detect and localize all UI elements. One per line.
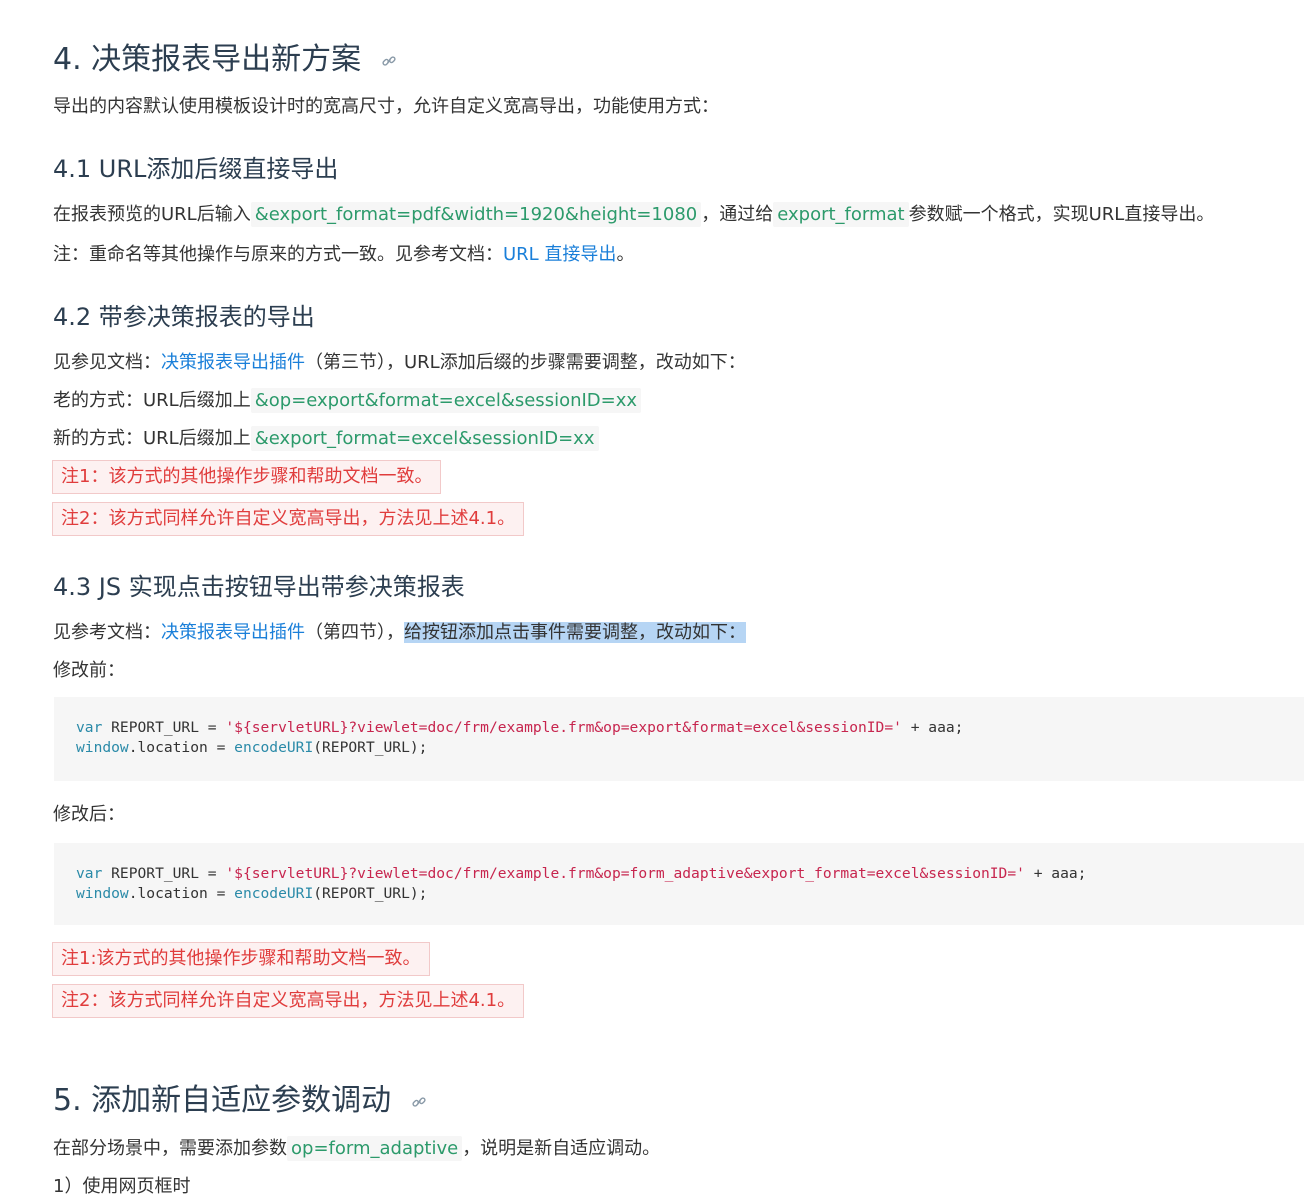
export-plugin-link[interactable]: 决策报表导出插件	[161, 352, 305, 373]
url-export-link[interactable]: URL 直接导出	[503, 244, 616, 265]
note-4-2-2: 注2：该方式同样允许自定义宽高导出，方法见上述4.1。	[52, 502, 525, 536]
code-text: .location =	[128, 885, 235, 902]
code-line-2: window.location = encodeURI(REPORT_URL);	[76, 884, 427, 904]
section-4-2-paragraph-1: 见参见文档：决策报表导出插件（第三节），URL添加后缀的步骤需要调整，改动如下：	[53, 348, 746, 374]
section-5-heading: 5. 添加新自适应参数调动	[53, 1075, 427, 1119]
text: 在报表预览的URL后输入	[53, 204, 251, 225]
after-label: 修改后：	[53, 804, 125, 825]
link-chain-icon[interactable]	[381, 53, 397, 69]
code-keyword: window	[76, 739, 129, 756]
code-keyword: window	[76, 885, 129, 902]
inline-code: export_format	[773, 202, 909, 227]
code-block-before: var REPORT_URL = '${servletURL}?viewlet=…	[54, 697, 1304, 781]
section-4-1-paragraph-2: 注：重命名等其他操作与原来的方式一致。见参考文档：URL 直接导出。	[53, 240, 634, 266]
code-text: + aaa;	[1024, 865, 1087, 882]
code-keyword: var	[76, 865, 103, 882]
code-string: '${servletURL}?viewlet=doc/frm/example.f…	[225, 865, 1025, 882]
old-method-line: 老的方式：URL后缀加上 &op=export&format=excel&sess…	[53, 386, 642, 413]
section-4-1-paragraph-1: 在报表预览的URL后输入 &export_format=pdf&width=192…	[53, 200, 1215, 227]
section-4-title: 4. 决策报表导出新方案	[53, 42, 362, 77]
text: 。	[616, 244, 635, 265]
inline-code: &export_format=excel&sessionID=xx	[250, 426, 599, 451]
section-4-3-paragraph-1: 见参考文档：决策报表导出插件（第四节），给按钮添加点击事件需要调整，改动如下：	[53, 618, 746, 644]
section-4-1-heading: 4.1 URL添加后缀直接导出	[53, 155, 339, 183]
code-line-1: var REPORT_URL = '${servletURL}?viewlet=…	[76, 864, 1086, 884]
text: 见参考文档：	[53, 622, 161, 643]
link-chain-icon[interactable]	[411, 1094, 427, 1110]
text: 新的方式：URL后缀加上	[53, 428, 251, 449]
text: （第三节），URL添加后缀的步骤需要调整，改动如下：	[305, 352, 746, 373]
inline-code: op=form_adaptive	[287, 1136, 463, 1161]
code-text: + aaa;	[901, 719, 964, 736]
section-5-paragraph-2: 1）使用网页框时	[53, 1176, 191, 1197]
code-text: REPORT_URL =	[102, 865, 226, 882]
code-keyword: var	[76, 719, 103, 736]
text: ，说明是新自适应调动。	[462, 1138, 661, 1159]
inline-code: &export_format=pdf&width=1920&height=108…	[250, 202, 702, 227]
text: 注：重命名等其他操作与原来的方式一致。见参考文档：	[53, 244, 503, 265]
text: 在部分场景中，需要添加参数	[53, 1138, 287, 1159]
code-text: (REPORT_URL);	[313, 739, 428, 756]
note-4-3-2: 注2：该方式同样允许自定义宽高导出，方法见上述4.1。	[52, 984, 525, 1018]
code-function: encodeURI	[234, 885, 314, 902]
code-block-after: var REPORT_URL = '${servletURL}?viewlet=…	[54, 843, 1304, 925]
section-5-paragraph-1: 在部分场景中，需要添加参数 op=form_adaptive ，说明是新自适应调动。	[53, 1134, 661, 1161]
text: ，通过给	[701, 204, 774, 225]
code-string: '${servletURL}?viewlet=doc/frm/example.f…	[225, 719, 902, 736]
section-4-2-heading: 4.2 带参决策报表的导出	[53, 303, 315, 331]
section-5-title: 5. 添加新自适应参数调动	[53, 1083, 392, 1118]
text: 老的方式：URL后缀加上	[53, 390, 251, 411]
text: 见参见文档：	[53, 352, 161, 373]
code-text: .location =	[128, 739, 235, 756]
before-label: 修改前：	[53, 660, 125, 681]
code-line-1: var REPORT_URL = '${servletURL}?viewlet=…	[76, 718, 963, 738]
text: （第四节），	[305, 622, 404, 643]
note-4-2-1: 注1：该方式的其他操作步骤和帮助文档一致。	[52, 460, 442, 494]
selected-text: 给按钮添加点击事件需要调整，改动如下：	[404, 622, 746, 643]
new-method-line: 新的方式：URL后缀加上 &export_format=excel&session…	[53, 424, 599, 451]
section-4-3-heading: 4.3 JS 实现点击按钮导出带参决策报表	[53, 573, 465, 601]
code-text: (REPORT_URL);	[313, 885, 428, 902]
code-function: encodeURI	[234, 739, 314, 756]
section-4-heading: 4. 决策报表导出新方案	[53, 34, 397, 78]
inline-code: &op=export&format=excel&sessionID=xx	[250, 388, 642, 413]
export-plugin-link[interactable]: 决策报表导出插件	[161, 622, 305, 643]
code-line-2: window.location = encodeURI(REPORT_URL);	[76, 738, 427, 758]
note-4-3-1: 注1:该方式的其他操作步骤和帮助文档一致。	[52, 942, 430, 976]
code-text: REPORT_URL =	[102, 719, 226, 736]
text: 参数赋一个格式，实现URL直接导出。	[908, 204, 1215, 225]
section-4-intro: 导出的内容默认使用模板设计时的宽高尺寸，允许自定义宽高导出，功能使用方式：	[53, 96, 719, 117]
